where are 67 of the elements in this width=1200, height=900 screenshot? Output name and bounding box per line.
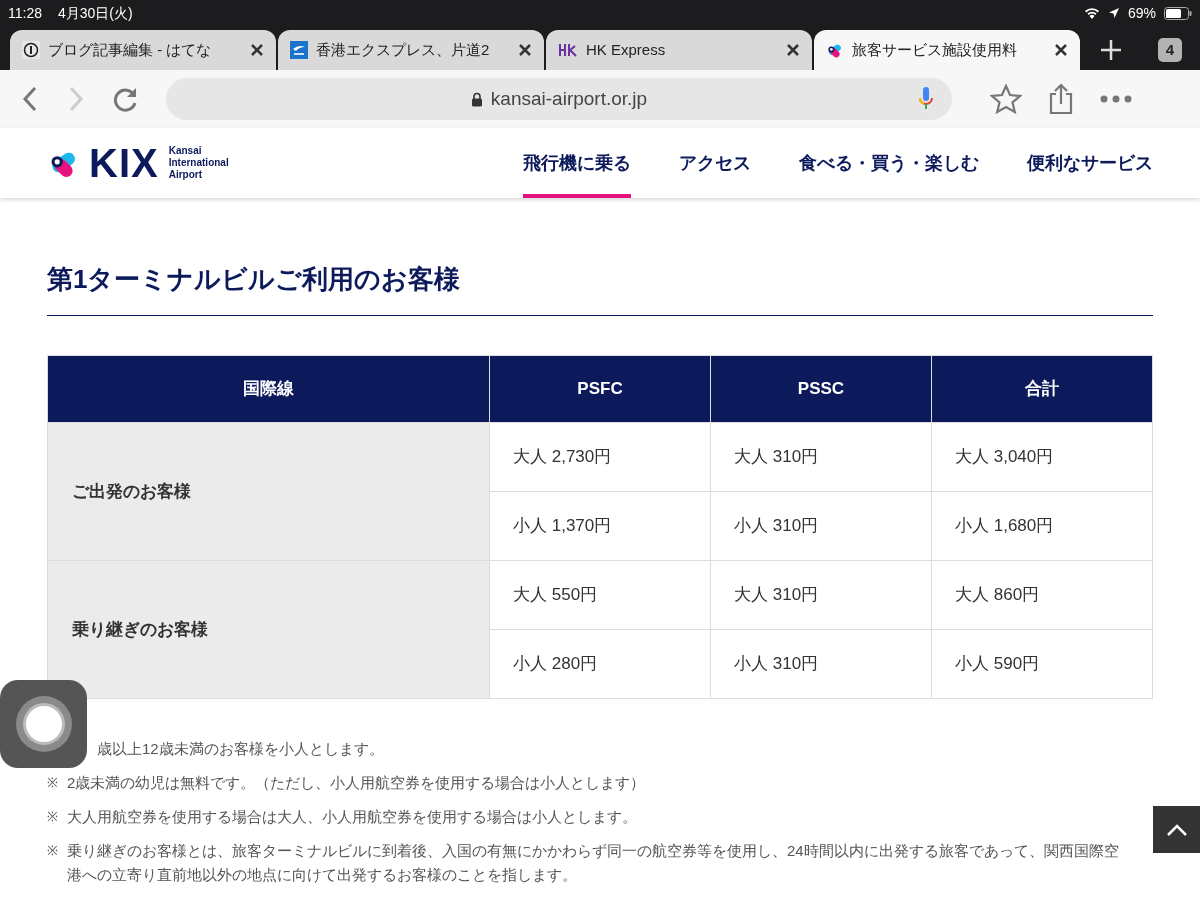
note-text: 歳以上12歳未満のお客様を小人とします。 — [97, 739, 384, 759]
column-header: PSSC — [710, 355, 932, 423]
tab-title: 旅客サービス施設使用料 — [852, 39, 1018, 60]
table-cell: 大人 310円 — [710, 560, 932, 630]
logo-subtitle: Airport — [168, 169, 204, 181]
location-icon — [1107, 7, 1120, 19]
table-cell: 小人 1,370円 — [489, 491, 711, 561]
table-cell: 大人 860円 — [931, 560, 1153, 630]
microphone-icon[interactable] — [918, 86, 934, 112]
tab-title: ブログ記事編集 - はてな — [48, 39, 213, 60]
status-date: 4月30日(火) — [58, 3, 133, 23]
tab-title: HK Express — [586, 39, 667, 60]
note-mark: ※ — [47, 808, 59, 826]
table-cell: 小人 310円 — [710, 629, 932, 699]
column-header: 合計 — [931, 355, 1153, 423]
table-cell: 小人 1,680円 — [931, 491, 1153, 561]
nav-link[interactable]: アクセス — [679, 128, 751, 198]
note-text: 2歳未満の幼児は無料です。（ただし、小人用航空券を使用する場合は小人とします） — [67, 773, 647, 793]
battery-icon — [1164, 6, 1192, 20]
nav-link[interactable]: 便利なサービス — [1027, 128, 1153, 198]
table-cell: 小人 310円 — [710, 491, 932, 561]
site-icon — [22, 41, 40, 59]
logo-text: KIX — [89, 143, 159, 183]
nav-link[interactable]: 食べる・買う・楽しむ — [799, 128, 979, 198]
table-cell: 小人 280円 — [489, 629, 711, 699]
share-icon[interactable] — [1048, 83, 1074, 115]
row-header: ご出発のお客様 — [47, 422, 490, 561]
scroll-to-top-button[interactable] — [1153, 806, 1200, 853]
status-time: 11:28 — [8, 3, 42, 23]
logo-subtitle: Kansai — [168, 145, 203, 157]
table-cell: 大人 2,730円 — [489, 422, 711, 492]
browser-tab[interactable]: 香港エクスプレス、片道2 — [278, 30, 544, 70]
wifi-icon — [1083, 7, 1100, 19]
url-text: kansai-airport.or.jp — [490, 86, 648, 111]
address-bar[interactable]: kansai-airport.or.jp — [166, 78, 952, 120]
browser-tab[interactable]: 旅客サービス施設使用料 — [814, 30, 1080, 70]
new-tab-icon[interactable] — [1100, 39, 1122, 61]
table-cell: 小人 590円 — [931, 629, 1153, 699]
row-header: 乗り継ぎのお客様 — [47, 560, 490, 699]
battery-percent: 69% — [1127, 3, 1156, 23]
section-heading: 第1ターミナルビルご利用のお客様 — [47, 260, 1153, 316]
browser-tab[interactable]: HK Express — [546, 30, 812, 70]
note-text: 乗り継ぎのお客様とは、旅客ターミナルビルに到着後、入国の有無にかかわらず同一の航空券等を使用し、24時間以内に出発する旅客であって、関西国際空港への立寄り直前地以外の地点に向けて出発するお客様のことを指します。 — [67, 841, 1120, 885]
table-cell: 大人 550円 — [489, 560, 711, 630]
site-icon — [290, 41, 308, 59]
tab-count[interactable]: 4 — [1158, 38, 1182, 62]
assistive-touch-button[interactable] — [0, 680, 87, 768]
nav-link[interactable]: 飛行機に乗る — [523, 128, 631, 198]
logo-subtitle: International — [168, 157, 229, 169]
column-header: PSFC — [489, 355, 711, 423]
note-text: 大人用航空券を使用する場合は大人、小人用航空券を使用する場合は小人とします。 — [67, 807, 638, 827]
close-icon[interactable] — [518, 43, 532, 57]
close-icon[interactable] — [1054, 43, 1068, 57]
more-icon[interactable] — [1100, 95, 1132, 103]
close-icon[interactable] — [786, 43, 800, 57]
table-cell: 大人 3,040円 — [931, 422, 1153, 492]
caret-up-icon — [1165, 822, 1188, 837]
lock-icon — [470, 91, 483, 107]
column-header: 国際線 — [47, 355, 490, 423]
table-cell: 大人 310円 — [710, 422, 932, 492]
site-icon — [558, 42, 578, 58]
note-mark: ※ — [47, 774, 59, 792]
note-mark: ※ — [47, 842, 59, 860]
browser-tab[interactable]: ブログ記事編集 - はてな — [10, 30, 276, 70]
tab-title: 香港エクスプレス、片道2 — [316, 39, 491, 60]
bookmark-star-icon[interactable] — [990, 84, 1022, 114]
close-icon[interactable] — [250, 43, 264, 57]
